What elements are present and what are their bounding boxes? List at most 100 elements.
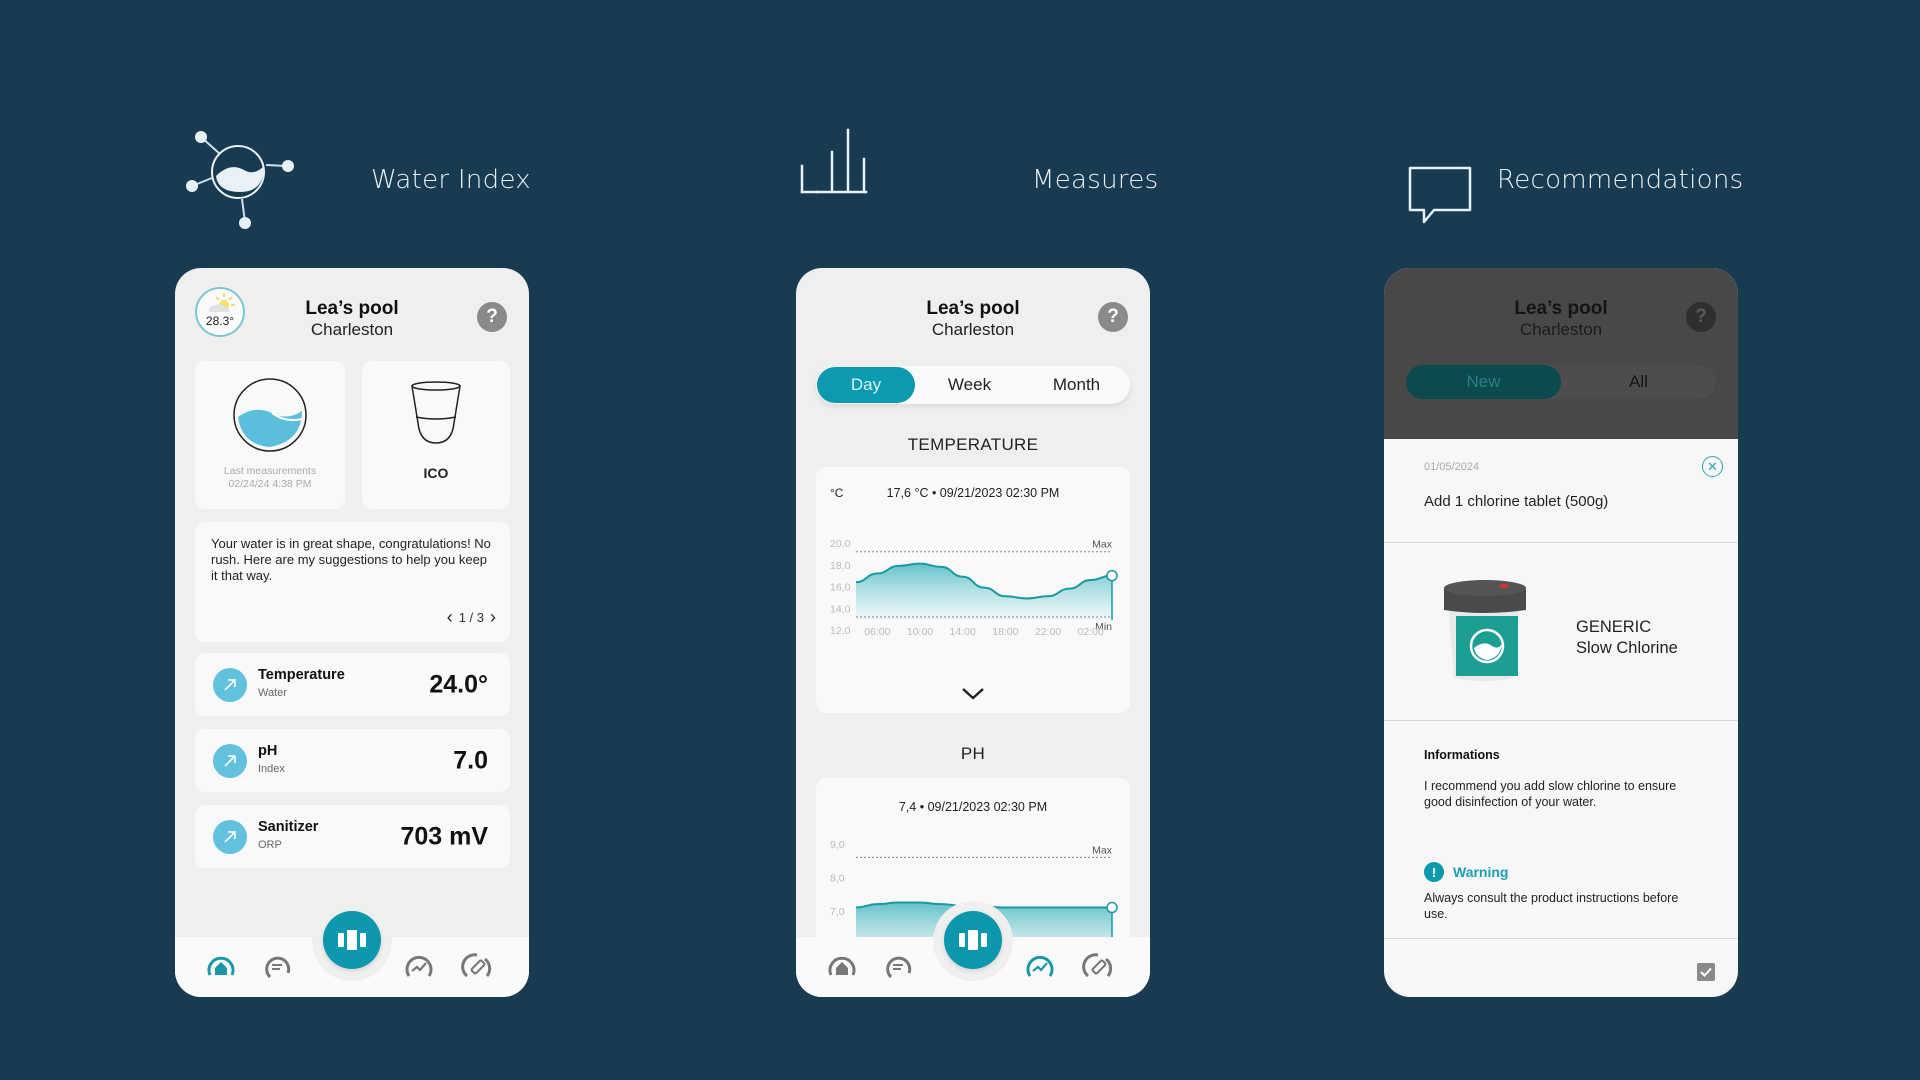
product-info: GENERIC Slow Chlorine (1576, 617, 1678, 659)
nav-home[interactable] (205, 951, 237, 983)
ico-tile[interactable]: ICO (362, 361, 510, 509)
recommendation-title: Add 1 chlorine tablet (500g) (1424, 493, 1609, 510)
suggestion-text: Your water is in great shape, congratula… (211, 536, 491, 583)
divider (1384, 542, 1738, 543)
info-text: I recommend you add slow chlorine to ens… (1424, 779, 1677, 809)
y-tick-label: 12,0 (830, 625, 851, 637)
tab-day[interactable]: Day (817, 367, 915, 403)
temperature-chart-card: °C 17,6 °C • 09/21/2023 02:30 PM 20,0 18,0 1… (816, 467, 1130, 713)
recommendation-date: 01/05/2024 (1424, 461, 1480, 473)
unit-label: °C (830, 486, 844, 500)
feature-title-water-index: Water Index (371, 165, 531, 195)
x-tick-label: 06:00 (864, 626, 890, 638)
bottom-nav (175, 901, 529, 997)
info-heading: Informations (1424, 748, 1500, 762)
metric-row-temperature[interactable]: Temperature Water 24.0° (195, 653, 510, 716)
help-button[interactable]: ? (477, 302, 507, 332)
feature-title-measures: Measures (1032, 165, 1159, 195)
help-button[interactable]: ? (1686, 302, 1716, 332)
pool-header: Lea’s pool Charleston (1384, 298, 1738, 340)
warning-text: Always consult the product instructions … (1424, 891, 1679, 921)
metric-value: 7.0 (453, 746, 488, 774)
device-fab-button[interactable] (944, 911, 1002, 969)
done-checkbox[interactable] (1697, 963, 1715, 981)
chevron-down-icon[interactable] (961, 687, 985, 701)
metric-row-sanitizer[interactable]: Sanitizer ORP 703 mV (195, 805, 510, 868)
metric-value: 703 mV (400, 822, 488, 850)
threshold-label: Max (1092, 539, 1113, 551)
recommendation-tabs: New All (1406, 365, 1716, 399)
measures-screen: Lea’s pool Charleston ? Day Week Month T… (796, 268, 1150, 997)
chat-icon (265, 956, 291, 979)
y-tick-label: 7,0 (830, 906, 845, 918)
help-button[interactable]: ? (1098, 302, 1128, 332)
chart-readout: 17,6 °C • 09/21/2023 02:30 PM (887, 486, 1060, 500)
remote-icon (461, 953, 492, 978)
metric-row-ph[interactable]: pH Index 7.0 (195, 729, 510, 792)
nav-remote[interactable] (1082, 951, 1114, 983)
trend-up-icon (213, 743, 247, 778)
pool-header: Lea’s pool Charleston (175, 298, 529, 340)
recommendations-screen: Lea’s pool Charleston ? New All 01/05/20… (1384, 268, 1738, 997)
last-measurements-tile[interactable]: Last measurements 02/24/24 4:38 PM (195, 361, 345, 509)
suggestion-pager: ‹ 1 / 3 › (447, 607, 496, 628)
pool-name: Lea’s pool (926, 298, 1020, 319)
warning-label: Warning (1453, 864, 1509, 880)
data-point (1106, 901, 1118, 914)
tab-week[interactable]: Week (916, 366, 1023, 404)
x-tick-label: 14:00 (950, 626, 976, 638)
period-selector: Day Week Month (816, 366, 1130, 404)
pool-name: Lea’s pool (1514, 298, 1608, 319)
metric-name: Sanitizer (258, 819, 319, 835)
y-tick-label: 14,0 (830, 603, 851, 615)
metric-value: 24.0° (429, 670, 488, 698)
trend-up-icon (213, 819, 247, 854)
metric-sub: ORP (258, 839, 282, 851)
water-drop-circle-icon (233, 378, 307, 452)
bottom-nav (796, 901, 1150, 997)
pool-city: Charleston (310, 320, 394, 339)
device-icon (338, 930, 366, 950)
nav-home[interactable] (826, 951, 858, 983)
pool-city: Charleston (931, 320, 1015, 339)
y-tick-label: 20,0 (830, 538, 851, 550)
chevron-right-icon[interactable]: › (490, 607, 496, 628)
ico-sensor-icon (411, 381, 461, 444)
remote-icon (1082, 953, 1113, 978)
pool-header: Lea’s pool Charleston (796, 298, 1150, 340)
y-tick-label: 9,0 (830, 839, 845, 851)
temperature-chart: °C 17,6 °C • 09/21/2023 02:30 PM 20,0 18,0 1… (830, 486, 1118, 638)
metric-sub: Water (258, 687, 287, 699)
ico-label: ICO (423, 465, 449, 481)
home-icon (207, 956, 235, 976)
ph-section-title: PH (960, 744, 986, 763)
y-tick-label: 16,0 (830, 582, 851, 594)
bar-chart-icon (800, 128, 868, 194)
y-tick-label: 8,0 (830, 872, 845, 884)
warning-icon: ! (1424, 862, 1444, 882)
chart-readout: 7,4 • 09/21/2023 02:30 PM (899, 800, 1047, 814)
nav-messages[interactable] (882, 951, 914, 983)
tab-new[interactable]: New (1406, 365, 1561, 399)
chevron-left-icon[interactable]: ‹ (447, 607, 453, 628)
chat-icon (886, 956, 912, 979)
nav-measures[interactable] (403, 951, 435, 983)
divider (1384, 938, 1738, 939)
nav-measures[interactable] (1024, 951, 1056, 983)
x-tick-label: 18:00 (992, 626, 1018, 638)
divider (1384, 720, 1738, 721)
tab-month[interactable]: Month (1023, 366, 1130, 404)
pool-name: Lea’s pool (305, 298, 399, 319)
temperature-section-title: TEMPERATURE (907, 435, 1039, 454)
close-icon[interactable]: ✕ (1702, 456, 1723, 477)
nav-messages[interactable] (261, 951, 293, 983)
product-name: Slow Chlorine (1576, 639, 1678, 657)
data-point (1106, 569, 1118, 582)
pager-count: 1 / 3 (458, 610, 484, 625)
nav-remote[interactable] (461, 951, 493, 983)
y-tick-label: 18,0 (830, 560, 851, 572)
device-fab-button[interactable] (323, 911, 381, 969)
last-measurements-date: 02/24/24 4:38 PM (228, 478, 312, 490)
tab-all[interactable]: All (1561, 365, 1716, 399)
chlorine-bucket-image (1444, 580, 1526, 681)
